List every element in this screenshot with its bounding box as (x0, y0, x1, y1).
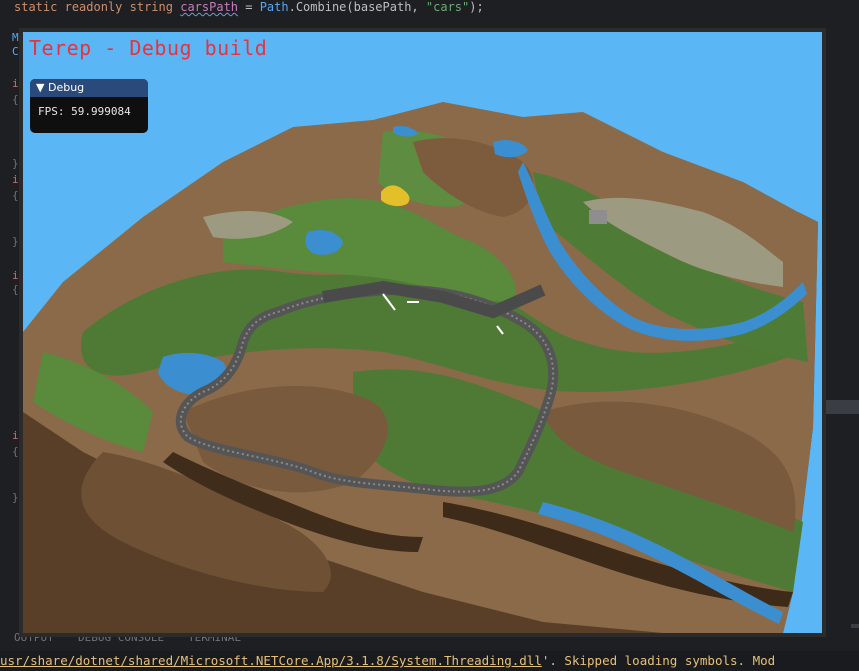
debug-panel[interactable]: ▼ Debug FPS: 59.999084 (30, 79, 148, 133)
statement-end: ); (469, 0, 484, 14)
building-cluster (589, 210, 607, 224)
method-combine: .Combine(basePath, (288, 0, 426, 14)
gutter-mark: C (12, 45, 19, 58)
string-cars: "cars" (425, 0, 470, 14)
gutter-mark: i (12, 173, 19, 186)
keyword-static: static (14, 0, 58, 14)
code-line: static readonly string carsPath = Path.C… (14, 0, 484, 14)
class-path: Path (259, 0, 289, 14)
debug-output-line: usr/share/dotnet/shared/Microsoft.NETCor… (0, 651, 859, 671)
gutter-mark: } (12, 157, 19, 170)
fps-value: 59.999084 (71, 105, 131, 118)
game-title: Terep - Debug build (29, 36, 268, 60)
collapse-triangle-icon[interactable]: ▼ (36, 81, 44, 94)
gutter-mark: { (12, 445, 19, 458)
gutter-mark: } (12, 235, 19, 248)
gutter-mark: M (12, 31, 19, 44)
debug-panel-body: FPS: 59.999084 (30, 97, 148, 119)
debug-panel-title: Debug (47, 81, 85, 94)
gutter-mark: { (12, 189, 19, 202)
editor-selection-strip (824, 400, 859, 414)
assign-operator: = (238, 0, 260, 14)
game-window[interactable]: Terep - Debug build ▼ Debug FPS: 59.9990… (19, 28, 826, 637)
gutter-mark: i (12, 429, 19, 442)
fps-label: FPS: (38, 105, 65, 118)
keyword-readonly: readonly (64, 0, 123, 14)
gutter-mark: i (12, 77, 19, 90)
debug-panel-header[interactable]: ▼ Debug (30, 79, 148, 97)
variable-carspath[interactable]: carsPath (180, 0, 238, 14)
gutter-mark: } (12, 491, 19, 504)
gutter-mark: { (12, 283, 19, 296)
keyword-string: string (129, 0, 173, 14)
dll-path-link[interactable]: usr/share/dotnet/shared/Microsoft.NETCor… (0, 653, 542, 668)
gutter-mark: { (12, 93, 19, 106)
gutter-mark: i (12, 269, 19, 282)
output-message: '. Skipped loading symbols. Mod (541, 653, 776, 668)
game-viewport[interactable]: Terep - Debug build ▼ Debug FPS: 59.9990… (23, 32, 822, 633)
